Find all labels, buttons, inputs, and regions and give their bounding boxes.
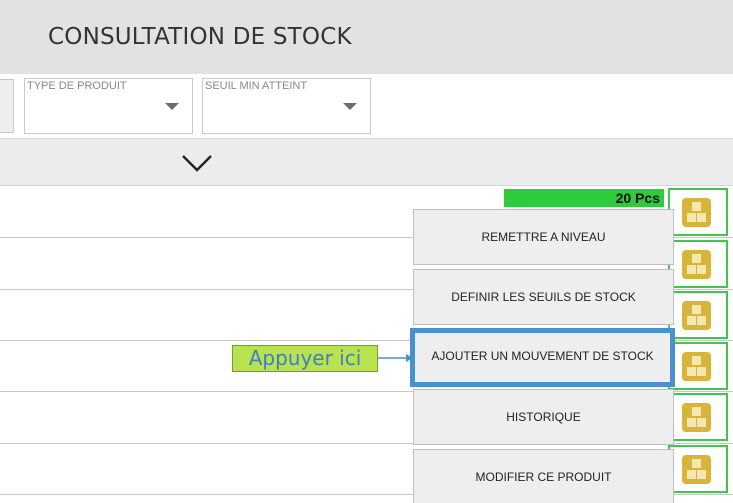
boxes-icon (682, 455, 711, 484)
tutorial-callout: Appuyer ici (232, 345, 378, 372)
menu-item-modifier-produit[interactable]: MODIFIER CE PRODUIT (413, 449, 674, 503)
page-header: CONSULTATION DE STOCK (0, 0, 733, 74)
boxes-icon (682, 250, 711, 279)
menu-item-remettre-a-niveau[interactable]: REMETTRE A NIVEAU (413, 209, 674, 265)
filter-label: SEUIL MIN ATTEINT (205, 80, 308, 92)
collapse-bar[interactable] (0, 138, 733, 186)
stock-quantity-bar: 20 Pcs (504, 189, 664, 207)
boxes-icon (682, 403, 711, 432)
row-action-button[interactable] (668, 393, 728, 441)
filter-label: TYPE DE PRODUIT (27, 80, 127, 92)
row-action-button[interactable] (668, 445, 728, 493)
boxes-icon (682, 198, 711, 227)
row-action-button[interactable] (668, 342, 728, 390)
boxes-icon (682, 301, 711, 330)
dropdown-caret-icon[interactable] (165, 103, 179, 110)
chevron-down-icon[interactable] (181, 154, 213, 172)
page-title: CONSULTATION DE STOCK (48, 24, 352, 50)
callout-arrow-icon (378, 354, 413, 362)
filter-type-de-produit[interactable]: TYPE DE PRODUIT (24, 78, 193, 134)
row-action-button[interactable] (668, 240, 728, 288)
row-action-button[interactable] (668, 188, 728, 236)
menu-item-definir-seuils[interactable]: DEFINIR LES SEUILS DE STOCK (413, 269, 674, 325)
filter-seuil-min-atteint[interactable]: SEUIL MIN ATTEINT (202, 78, 371, 134)
menu-item-historique[interactable]: HISTORIQUE (413, 389, 674, 445)
filter-partial[interactable] (0, 79, 14, 133)
row-action-button[interactable] (668, 291, 728, 339)
boxes-icon (682, 352, 711, 381)
menu-item-ajouter-mouvement[interactable]: AJOUTER UN MOUVEMENT DE STOCK (410, 328, 675, 387)
dropdown-caret-icon[interactable] (343, 103, 357, 110)
